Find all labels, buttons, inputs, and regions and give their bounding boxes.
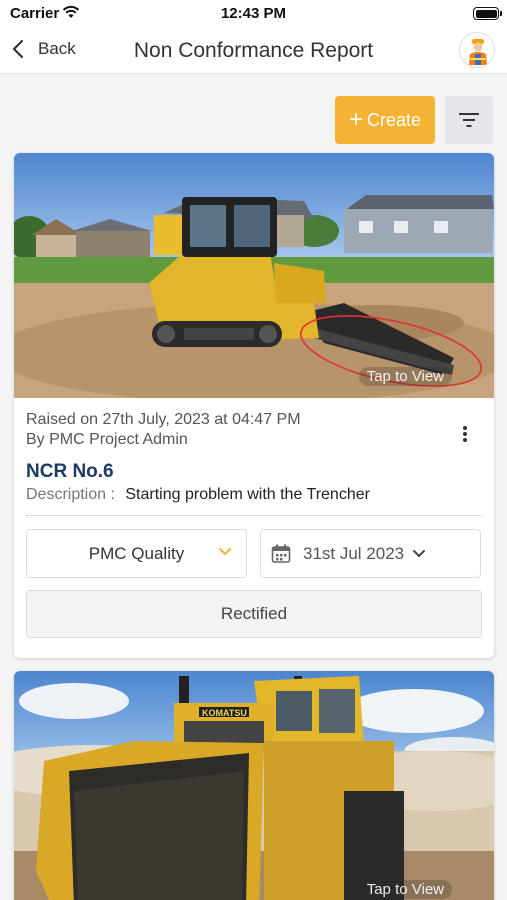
tap-to-view-link[interactable]: Tap to View xyxy=(358,367,452,386)
filter-selects: PMC Quality 31st Jul 2023 xyxy=(14,516,494,578)
ncr-card: KOMATSU Tap to View xyxy=(14,671,494,900)
svg-text:KOMATSU: KOMATSU xyxy=(202,708,247,718)
ncr-photo[interactable]: KOMATSU Tap to View xyxy=(14,671,494,900)
navigation-bar: Back Non Conformance Report xyxy=(0,28,507,74)
more-options-icon[interactable] xyxy=(460,424,470,446)
trencher-photo xyxy=(14,153,494,398)
description-text: Starting problem with the Trencher xyxy=(125,486,370,503)
chevron-down-icon xyxy=(219,548,231,556)
create-button[interactable]: + Create xyxy=(335,96,435,144)
description-row: Description : Starting problem with the … xyxy=(26,486,482,504)
user-avatar[interactable] xyxy=(459,32,495,68)
ncr-card: Tap to View Raised on 27th July, 2023 at… xyxy=(14,153,494,658)
ncr-photo[interactable]: Tap to View xyxy=(14,153,494,398)
action-toolbar: + Create xyxy=(335,96,493,144)
filter-button[interactable] xyxy=(445,96,493,144)
create-label: Create xyxy=(366,109,422,130)
calendar-icon xyxy=(271,544,291,563)
department-value: PMC Quality xyxy=(88,543,185,563)
status-bar: Carrier 12:43 PM xyxy=(0,0,507,28)
page-title: Non Conformance Report xyxy=(133,39,374,62)
bulldozer-photo: KOMATSU xyxy=(14,671,494,900)
clock-time: 12:43 PM xyxy=(220,5,287,22)
date-value: 31st Jul 2023 xyxy=(303,543,405,563)
plus-icon: + xyxy=(348,106,363,133)
ncr-number: NCR No.6 xyxy=(26,461,114,482)
tap-to-view-link[interactable]: Tap to View xyxy=(358,880,452,899)
raised-date: Raised on 27th July, 2023 at 04:47 PM xyxy=(26,411,301,428)
raised-by: By PMC Project Admin xyxy=(26,431,188,448)
description-label: Description : xyxy=(26,486,115,503)
battery-icon xyxy=(473,7,502,20)
date-picker[interactable]: 31st Jul 2023 xyxy=(260,529,481,578)
ncr-info: Raised on 27th July, 2023 at 04:47 PM By… xyxy=(14,398,494,504)
department-dropdown[interactable]: PMC Quality xyxy=(26,529,247,578)
status-button[interactable]: Rectified xyxy=(26,590,482,638)
filter-icon xyxy=(459,113,479,127)
chevron-down-icon xyxy=(413,549,426,557)
